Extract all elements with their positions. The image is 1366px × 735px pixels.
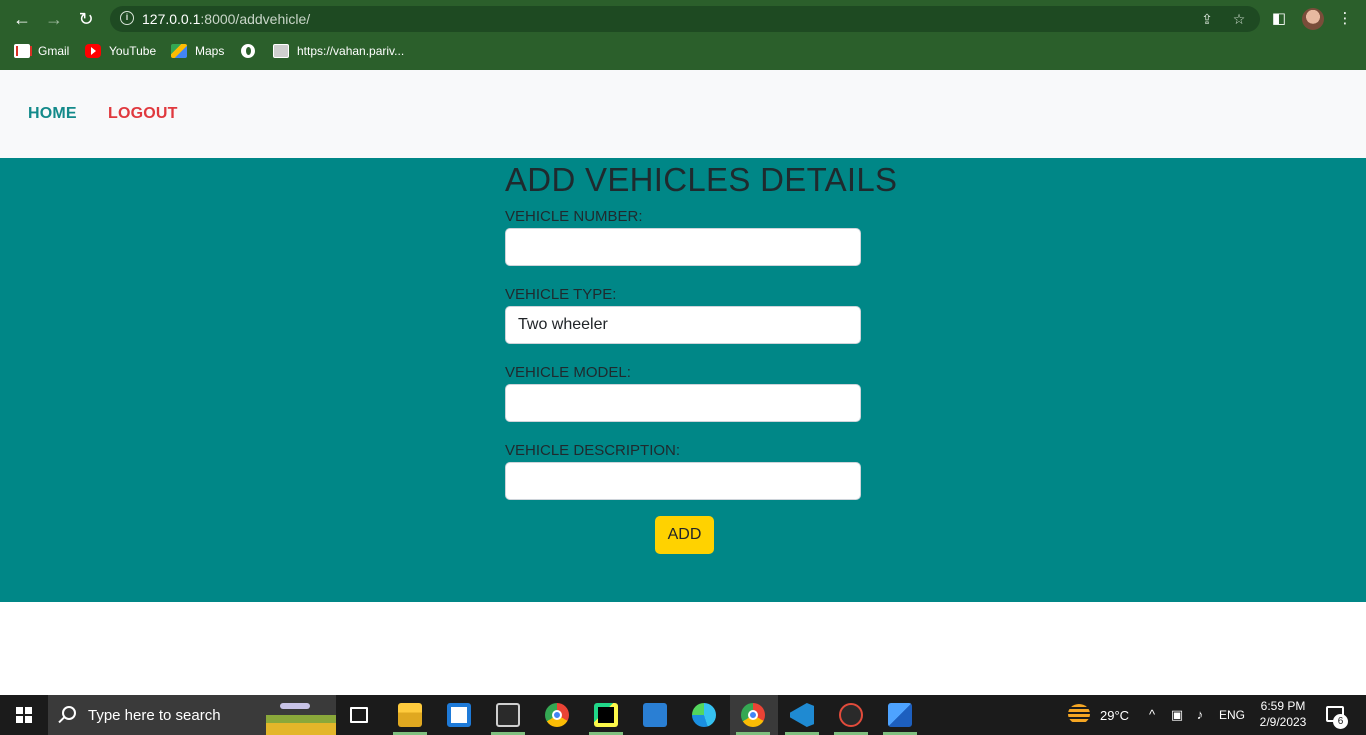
vehicle-type-label: VEHICLE TYPE: [505, 286, 617, 303]
file-explorer-icon[interactable] [398, 703, 422, 727]
vahan-site-icon [273, 44, 289, 58]
maps-icon [171, 44, 187, 58]
bookmark-label: YouTube [109, 44, 157, 58]
chrome-icon[interactable] [545, 703, 569, 727]
bookmarks-bar: Gmail YouTube Maps https://vahan.pariv..… [0, 38, 1366, 64]
command-prompt-icon[interactable] [496, 703, 520, 727]
bookmark-globe[interactable] [241, 42, 263, 60]
forward-arrow-icon[interactable]: → [43, 8, 65, 30]
clock[interactable]: 6:59 PM 2/9/2023 [1254, 698, 1312, 730]
language-indicator[interactable]: ENG [1219, 708, 1245, 735]
reload-icon[interactable]: ↻ [75, 8, 97, 30]
globe-icon [241, 44, 255, 58]
site-navbar: HOME LOGOUT [0, 70, 1366, 158]
clock-date: 2/9/2023 [1259, 715, 1307, 729]
bookmark-label: Gmail [38, 44, 70, 58]
chevron-up-icon[interactable]: ^ [1144, 707, 1160, 723]
snipping-tool-icon[interactable] [839, 703, 863, 727]
vehicle-number-input[interactable] [505, 228, 861, 266]
bookmark-star-icon[interactable]: ☆ [1230, 10, 1248, 28]
url-host: 127.0.0.1 [142, 11, 201, 27]
photos-icon[interactable] [888, 703, 912, 727]
bookmark-youtube[interactable]: YouTube [85, 42, 156, 60]
clock-time: 6:59 PM [1260, 699, 1306, 713]
address-bar[interactable]: i 127.0.0.1:8000/addvehicle/ ⇪ ☆ [110, 6, 1260, 32]
taskbar-search[interactable]: Type here to search [48, 695, 336, 735]
search-placeholder: Type here to search [88, 707, 221, 724]
volume-icon[interactable]: ♪ [1192, 707, 1208, 723]
site-info-icon[interactable]: i [120, 11, 134, 25]
vehicle-model-label: VEHICLE MODEL: [505, 364, 631, 381]
start-button[interactable] [0, 695, 48, 735]
add-button[interactable]: ADD [655, 516, 714, 554]
vehicle-type-input[interactable] [505, 306, 861, 344]
add-vehicle-section: ADD VEHICLES DETAILS VEHICLE NUMBER: VEH… [0, 158, 1366, 602]
windows-logo-icon [16, 707, 32, 723]
bookmark-gmail[interactable]: Gmail [14, 42, 69, 60]
page-title: ADD VEHICLES DETAILS [505, 161, 898, 198]
windows-taskbar: Type here to search 29°C ^ ▣ ♪ ENG 6:59 … [0, 695, 1366, 735]
nav-home-link[interactable]: HOME [28, 105, 77, 123]
youtube-icon [85, 44, 101, 58]
chrome-profile-icon[interactable] [741, 703, 765, 727]
back-arrow-icon[interactable]: ← [11, 8, 33, 30]
bookmark-label: https://vahan.pariv... [297, 44, 405, 58]
task-view-icon[interactable] [350, 707, 368, 723]
microsoft-store-icon[interactable] [447, 703, 471, 727]
nav-logout-link[interactable]: LOGOUT [108, 105, 178, 123]
kebab-menu-icon[interactable]: ⋮ [1335, 9, 1355, 29]
bookmark-vahan[interactable]: https://vahan.pariv... [273, 42, 404, 60]
notification-count-badge: 6 [1333, 714, 1348, 729]
bookmark-label: Maps [195, 44, 225, 58]
browser-frame: ← → ↻ i 127.0.0.1:8000/addvehicle/ ⇪ ☆ ◧… [0, 0, 1366, 70]
side-panel-icon[interactable]: ◧ [1269, 9, 1289, 29]
bookmark-maps[interactable]: Maps [171, 42, 224, 60]
share-icon[interactable]: ⇪ [1198, 10, 1216, 28]
address-url[interactable]: 127.0.0.1:8000/addvehicle/ [142, 11, 310, 27]
url-path: :8000/addvehicle/ [200, 11, 311, 27]
search-highlight-image [266, 695, 336, 735]
vehicle-description-input[interactable] [505, 462, 861, 500]
vehicle-model-input[interactable] [505, 384, 861, 422]
vscode-icon[interactable] [790, 703, 814, 727]
vehicle-number-label: VEHICLE NUMBER: [505, 208, 643, 225]
browser-toolbar: ← → ↻ i 127.0.0.1:8000/addvehicle/ ⇪ ☆ ◧… [0, 0, 1366, 38]
mail-icon[interactable] [643, 703, 667, 727]
vehicle-description-label: VEHICLE DESCRIPTION: [505, 442, 681, 459]
gmail-icon [14, 44, 32, 58]
edge-icon[interactable] [692, 703, 716, 727]
weather-icon[interactable] [1068, 704, 1090, 724]
pycharm-icon[interactable] [594, 703, 618, 727]
meet-now-icon[interactable]: ▣ [1169, 707, 1185, 723]
search-icon [62, 706, 76, 720]
weather-temperature[interactable]: 29°C [1100, 708, 1129, 735]
profile-avatar[interactable] [1302, 8, 1324, 30]
